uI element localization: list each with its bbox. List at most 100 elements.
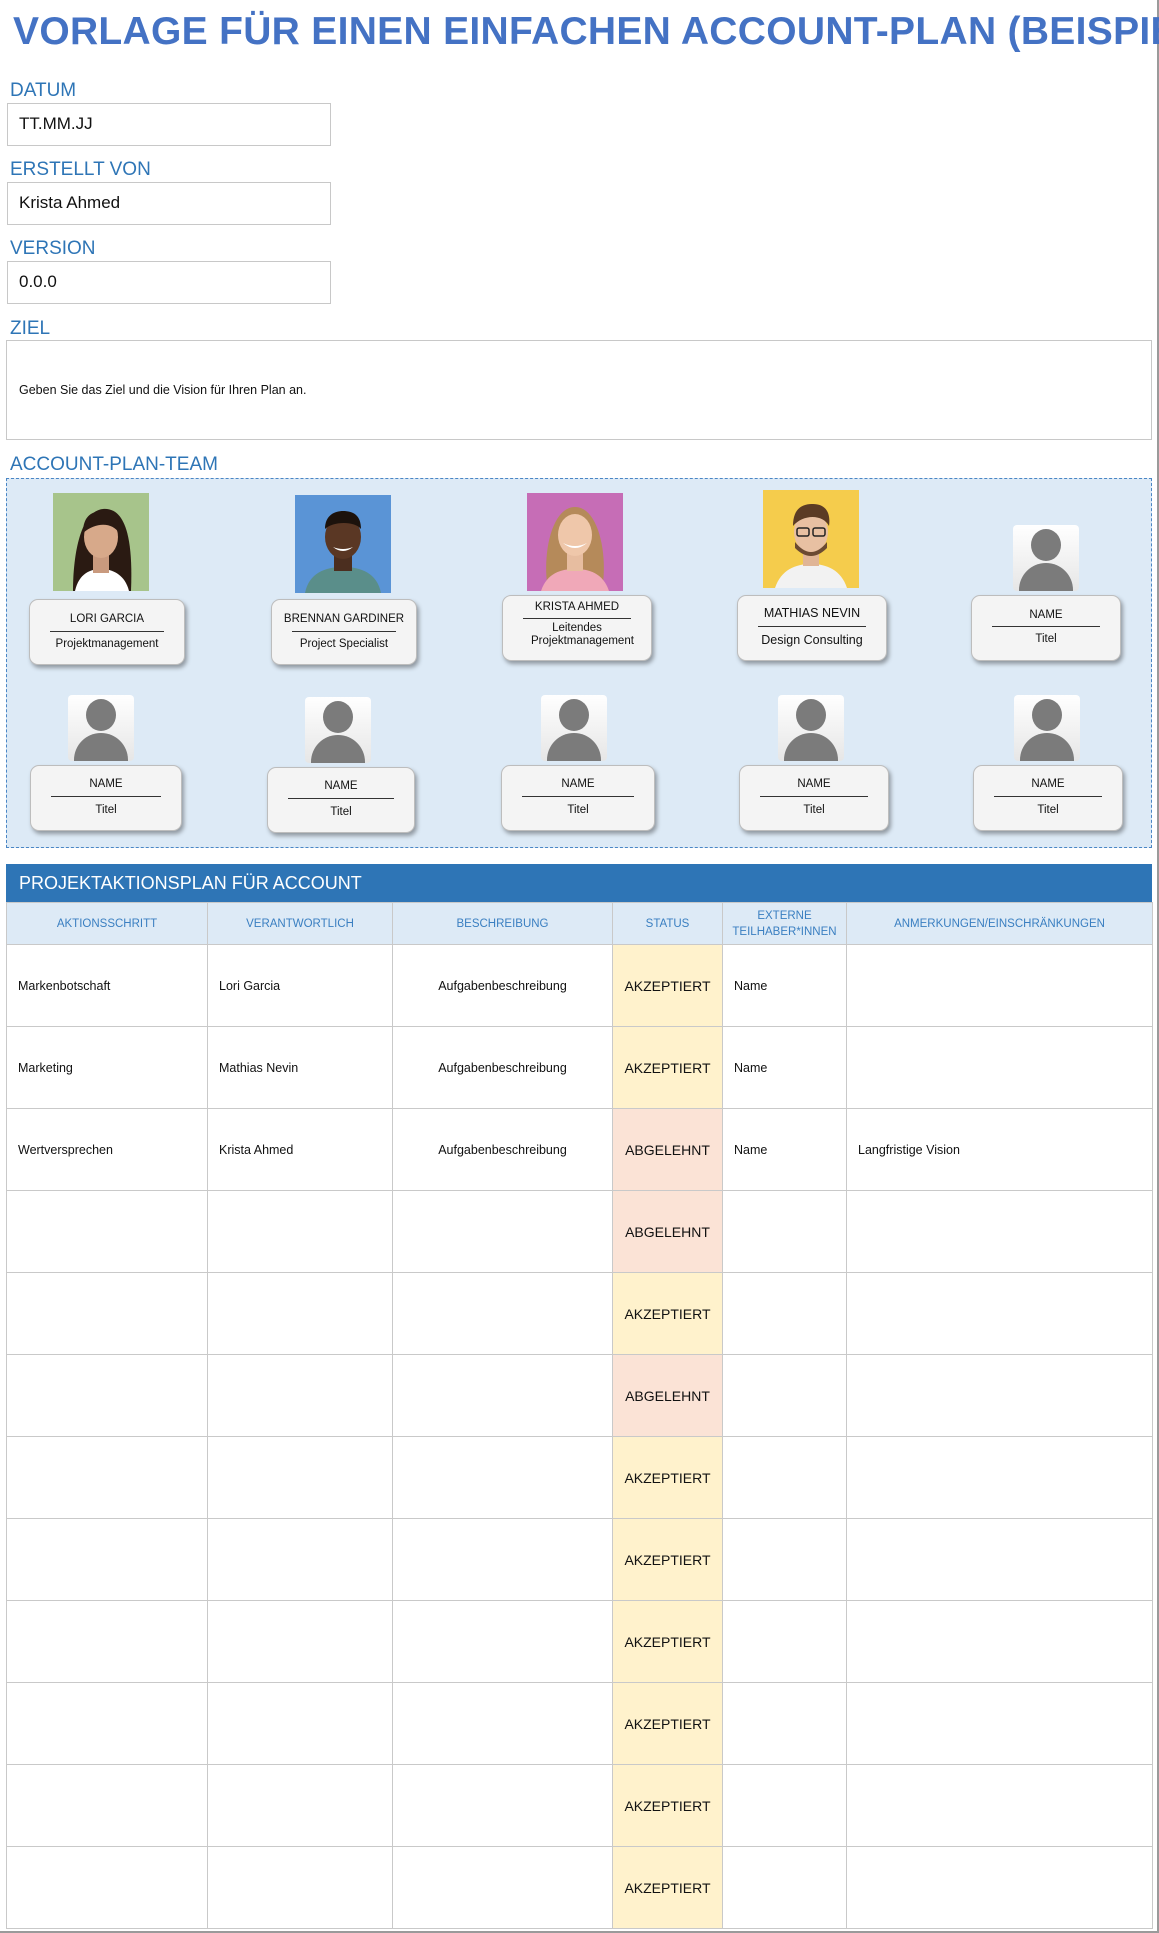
stakeholders-cell[interactable] <box>722 1846 847 1929</box>
datum-field[interactable]: TT.MM.JJ <box>7 103 331 146</box>
status-cell[interactable]: AKZEPTIERT <box>612 1682 723 1765</box>
member-card[interactable]: MATHIAS NEVIN Design Consulting <box>737 595 887 661</box>
step-cell[interactable]: Markenbotschaft <box>6 944 208 1027</box>
stakeholders-cell[interactable] <box>722 1354 847 1437</box>
member-card[interactable]: NAME Titel <box>739 765 889 831</box>
step-cell[interactable]: Wertversprechen <box>6 1108 208 1191</box>
status-cell[interactable]: AKZEPTIERT <box>612 944 723 1027</box>
stakeholders-cell[interactable] <box>722 1190 847 1273</box>
notes-cell[interactable] <box>846 1026 1153 1109</box>
status-cell[interactable]: ABGELEHNT <box>612 1190 723 1273</box>
stakeholders-cell[interactable] <box>722 1764 847 1847</box>
ziel-field[interactable]: Geben Sie das Ziel und die Vision für Ih… <box>6 340 1152 440</box>
step-cell[interactable] <box>6 1190 208 1273</box>
stakeholders-cell[interactable]: Name <box>722 1026 847 1109</box>
notes-cell[interactable] <box>846 1436 1153 1519</box>
step-cell[interactable] <box>6 1764 208 1847</box>
column-header: EXTERNE TEILHABER*INNEN <box>722 902 847 945</box>
status-cell[interactable]: AKZEPTIERT <box>612 1600 723 1683</box>
version-field[interactable]: 0.0.0 <box>7 261 331 304</box>
member-name: NAME <box>1029 609 1063 621</box>
status-cell[interactable]: ABGELEHNT <box>612 1354 723 1437</box>
description-cell[interactable]: Aufgabenbeschreibung <box>392 944 613 1027</box>
stakeholders-cell[interactable] <box>722 1272 847 1355</box>
notes-cell[interactable]: Langfristige Vision <box>846 1108 1153 1191</box>
owner-cell[interactable] <box>207 1190 393 1273</box>
notes-cell[interactable] <box>846 944 1153 1027</box>
owner-cell[interactable] <box>207 1272 393 1355</box>
description-cell[interactable]: Aufgabenbeschreibung <box>392 1108 613 1191</box>
step-cell[interactable] <box>6 1272 208 1355</box>
member-card[interactable]: NAME Titel <box>501 765 655 831</box>
member-card[interactable]: BRENNAN GARDINER Project Specialist <box>271 599 417 665</box>
notes-cell[interactable] <box>846 1518 1153 1601</box>
description-cell[interactable] <box>392 1190 613 1273</box>
member-title: Titel <box>803 804 825 816</box>
member-name: NAME <box>797 778 831 790</box>
step-cell[interactable] <box>6 1436 208 1519</box>
member-card[interactable]: NAME Titel <box>30 765 182 831</box>
owner-cell[interactable]: Mathias Nevin <box>207 1026 393 1109</box>
stakeholders-cell[interactable]: Name <box>722 1108 847 1191</box>
owner-cell[interactable] <box>207 1764 393 1847</box>
notes-cell[interactable] <box>846 1354 1153 1437</box>
step-cell[interactable] <box>6 1682 208 1765</box>
card-divider <box>51 796 161 797</box>
description-cell[interactable] <box>392 1764 613 1847</box>
status-cell[interactable]: ABGELEHNT <box>612 1108 723 1191</box>
card-divider <box>758 626 866 627</box>
member-card[interactable]: NAME Titel <box>267 767 415 833</box>
status-cell[interactable]: AKZEPTIERT <box>612 1846 723 1929</box>
step-cell[interactable] <box>6 1600 208 1683</box>
stakeholders-cell[interactable] <box>722 1682 847 1765</box>
description-cell[interactable] <box>392 1272 613 1355</box>
stakeholders-cell[interactable]: Name <box>722 944 847 1027</box>
ziel-label: ZIEL <box>10 318 51 339</box>
notes-cell[interactable] <box>846 1764 1153 1847</box>
member-name: NAME <box>89 778 123 790</box>
notes-cell[interactable] <box>846 1846 1153 1929</box>
step-cell[interactable] <box>6 1354 208 1437</box>
member-photo-lori-garcia <box>53 493 149 591</box>
column-header: AKTIONSSCHRITT <box>6 902 208 945</box>
stakeholders-cell[interactable] <box>722 1518 847 1601</box>
description-cell[interactable] <box>392 1436 613 1519</box>
member-card[interactable]: KRISTA AHMED Leitendes Projektmanagement <box>502 595 652 661</box>
description-cell[interactable] <box>392 1682 613 1765</box>
member-card[interactable]: NAME Titel <box>973 765 1123 831</box>
member-title: Design Consulting <box>761 633 863 647</box>
owner-cell[interactable] <box>207 1354 393 1437</box>
card-divider <box>994 796 1102 797</box>
description-cell[interactable] <box>392 1354 613 1437</box>
owner-cell[interactable] <box>207 1436 393 1519</box>
notes-cell[interactable] <box>846 1190 1153 1273</box>
step-cell[interactable] <box>6 1846 208 1929</box>
description-cell[interactable] <box>392 1600 613 1683</box>
owner-cell[interactable]: Lori Garcia <box>207 944 393 1027</box>
status-cell[interactable]: AKZEPTIERT <box>612 1026 723 1109</box>
owner-cell[interactable]: Krista Ahmed <box>207 1108 393 1191</box>
stakeholders-cell[interactable] <box>722 1600 847 1683</box>
owner-cell[interactable] <box>207 1518 393 1601</box>
member-card[interactable]: NAME Titel <box>971 595 1121 661</box>
notes-cell[interactable] <box>846 1600 1153 1683</box>
description-cell[interactable] <box>392 1846 613 1929</box>
owner-cell[interactable] <box>207 1846 393 1929</box>
owner-cell[interactable] <box>207 1600 393 1683</box>
owner-cell[interactable] <box>207 1682 393 1765</box>
status-cell[interactable]: AKZEPTIERT <box>612 1764 723 1847</box>
stakeholders-cell[interactable] <box>722 1436 847 1519</box>
step-cell[interactable]: Marketing <box>6 1026 208 1109</box>
status-cell[interactable]: AKZEPTIERT <box>612 1436 723 1519</box>
page-title: VORLAGE FÜR EINEN EINFACHEN ACCOUNT-PLAN… <box>13 10 1159 53</box>
status-cell[interactable]: AKZEPTIERT <box>612 1518 723 1601</box>
step-cell[interactable] <box>6 1518 208 1601</box>
table-row: Markenbotschaft Lori Garcia Aufgabenbeschr… <box>6 944 1153 1027</box>
notes-cell[interactable] <box>846 1682 1153 1765</box>
description-cell[interactable]: Aufgabenbeschreibung <box>392 1026 613 1109</box>
description-cell[interactable] <box>392 1518 613 1601</box>
status-cell[interactable]: AKZEPTIERT <box>612 1272 723 1355</box>
notes-cell[interactable] <box>846 1272 1153 1355</box>
member-card[interactable]: LORI GARCIA Projektmanagement <box>29 599 185 665</box>
erstellt-von-field[interactable]: Krista Ahmed <box>7 182 331 225</box>
